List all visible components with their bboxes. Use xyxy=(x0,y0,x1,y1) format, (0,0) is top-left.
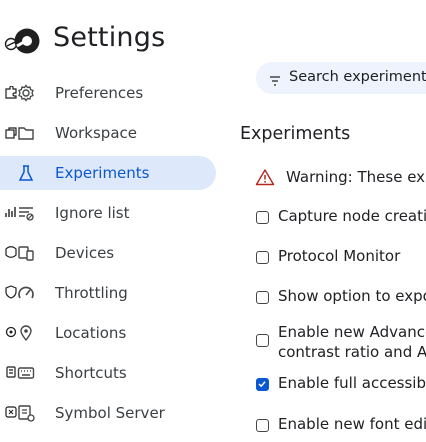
filter-icon xyxy=(269,72,281,86)
experiment-checkbox[interactable] xyxy=(256,251,269,264)
symbol-server-icon xyxy=(17,404,35,422)
experiment-label: Protocol Monitor xyxy=(278,247,401,265)
nav-item-preferences[interactable]: Preferences xyxy=(0,76,216,110)
nav-item-locations[interactable]: Locations xyxy=(0,316,216,350)
nav-item-label: Preferences xyxy=(55,84,144,102)
nav-item-label: Throttling xyxy=(55,284,128,302)
devtools-logo-icon xyxy=(12,26,42,56)
filter-list-icon xyxy=(17,204,35,222)
gear-icon xyxy=(17,84,35,102)
search-experiments-button[interactable]: Search experiment xyxy=(256,62,426,94)
nav-item-label: Symbol Server xyxy=(55,404,165,422)
nav-item-shortcuts[interactable]: Shortcuts xyxy=(0,356,216,390)
experiment-label: Show option to expo xyxy=(278,287,426,305)
experiment-label: Capture node creatic xyxy=(278,207,426,225)
experiment-label: Enable new font edit xyxy=(278,415,426,433)
experiment-label-continued: contrast ratio and AA xyxy=(278,343,426,361)
experiment-label: Enable full accessibili xyxy=(278,374,426,392)
experiment-checkbox[interactable] xyxy=(256,211,269,224)
nav-item-workspace[interactable]: Workspace xyxy=(0,116,216,150)
nav-item-label: Workspace xyxy=(55,124,137,142)
nav-item-experiments[interactable]: Experiments xyxy=(0,156,216,190)
nav-item-label: Devices xyxy=(55,244,115,262)
warning-text: Warning: These exp xyxy=(286,168,426,186)
nav-item-ignore-list[interactable]: Ignore list xyxy=(0,196,216,230)
nav-item-label: Experiments xyxy=(55,164,150,182)
nav-item-symbol-server[interactable]: Symbol Server xyxy=(0,396,216,430)
speedometer-icon xyxy=(17,284,35,302)
location-pin-icon xyxy=(17,324,35,342)
nav-item-throttling[interactable]: Throttling xyxy=(0,276,216,310)
experiment-label: Enable new Advance xyxy=(278,323,426,341)
experiment-checkbox[interactable] xyxy=(256,291,269,304)
nav-item-devices[interactable]: Devices xyxy=(0,236,216,270)
keyboard-icon xyxy=(17,364,35,382)
nav-item-label: Locations xyxy=(55,324,127,342)
flask-icon xyxy=(17,164,35,182)
experiment-checkbox-checked[interactable] xyxy=(256,378,269,391)
devices-icon xyxy=(17,244,35,262)
folder-icon xyxy=(17,124,35,142)
experiment-checkbox[interactable] xyxy=(256,419,269,432)
experiment-checkbox[interactable] xyxy=(256,334,269,347)
section-title: Experiments xyxy=(240,124,351,144)
warning-icon xyxy=(255,168,275,186)
page-title: Settings xyxy=(53,22,166,53)
nav-item-label: Ignore list xyxy=(55,204,130,222)
search-experiments-label: Search experiment xyxy=(289,69,426,85)
nav-item-label: Shortcuts xyxy=(55,364,127,382)
